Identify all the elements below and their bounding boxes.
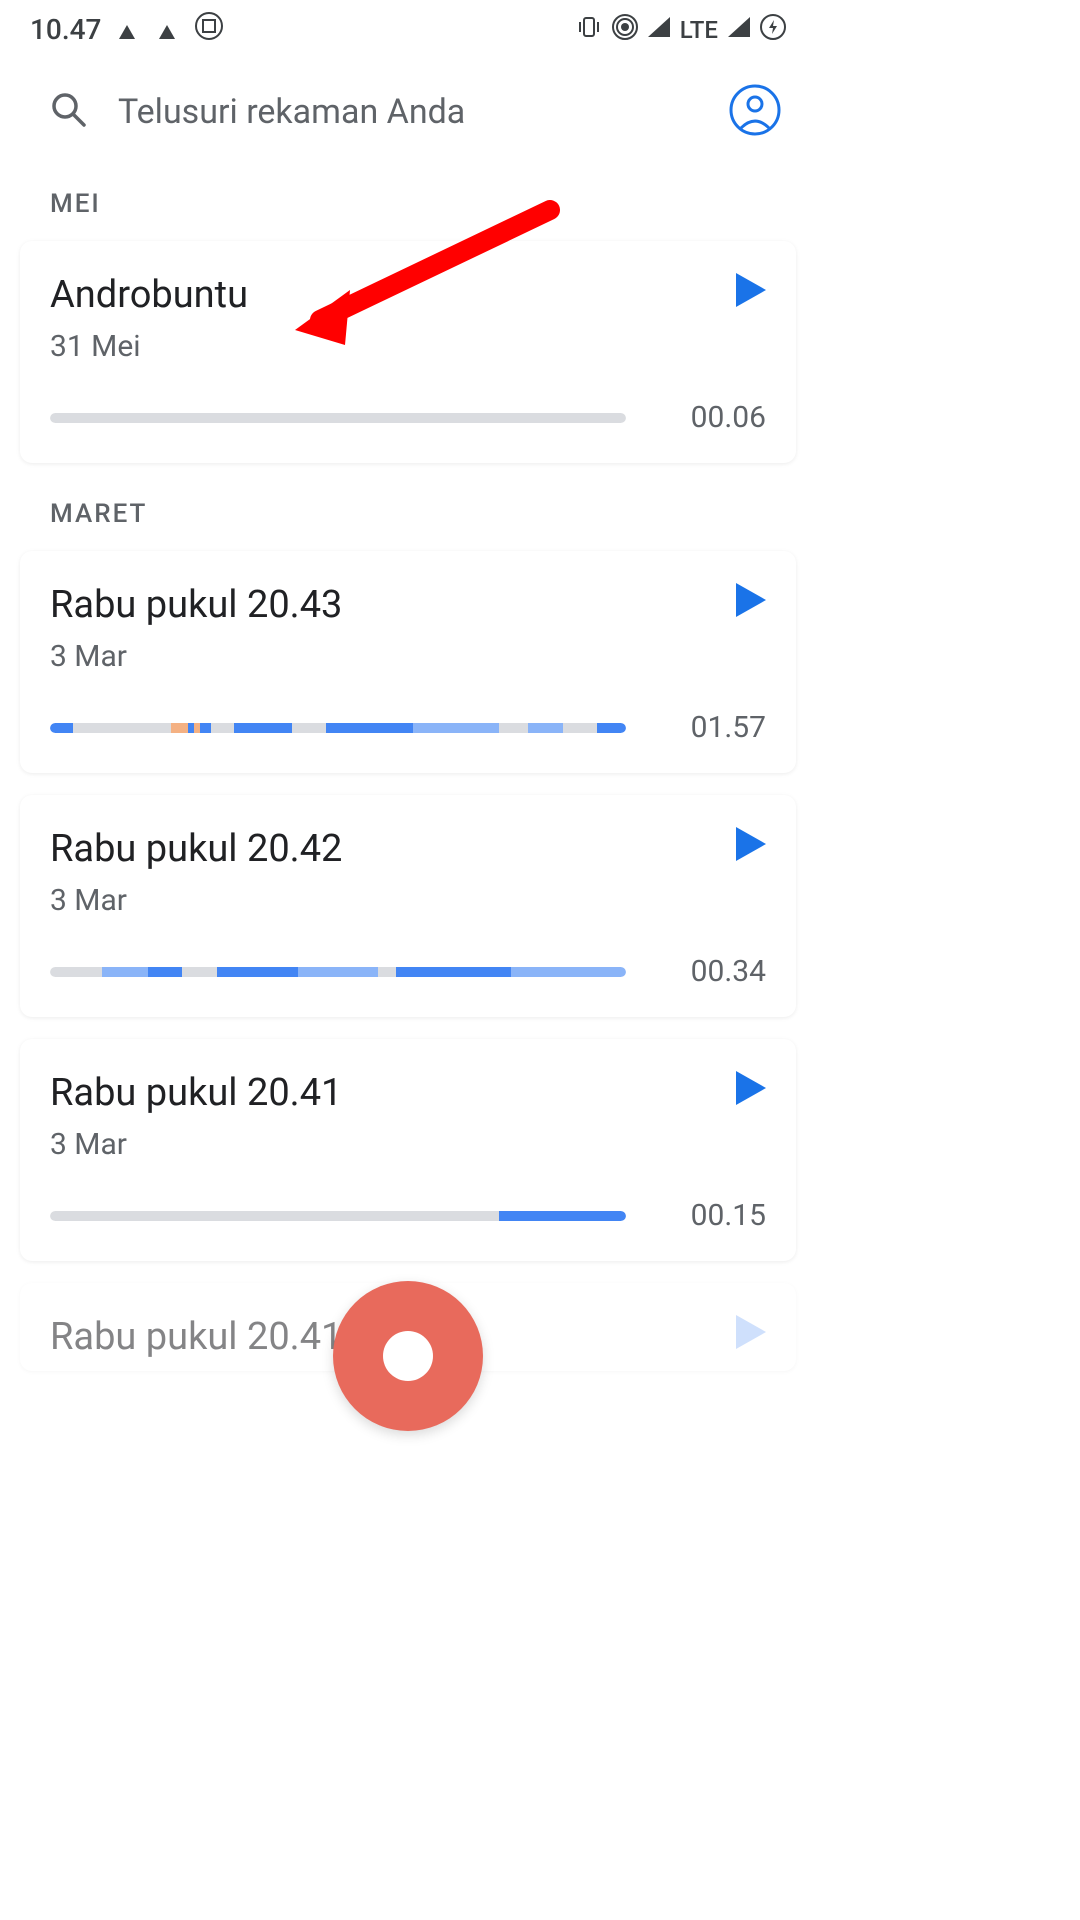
signal-icon [728,17,750,43]
recording-date: 3 Mar [50,883,342,918]
recording-duration: 01.57 [676,710,766,745]
recording-title: Rabu pukul 20.43 [50,583,342,627]
recording-duration: 00.34 [676,954,766,989]
recording-date: 3 Mar [50,639,342,674]
mountain-icon [155,13,181,46]
vibrate-icon [576,16,602,44]
recording-title: Rabu pukul 20.42 [50,827,342,871]
status-time: 10.47 [30,13,101,46]
search-bar[interactable]: Telusuri rekaman Anda [0,59,816,175]
play-icon[interactable] [736,583,766,617]
waveform [50,413,626,423]
screenshot-icon [195,12,223,47]
record-button[interactable] [333,1281,483,1431]
play-icon[interactable] [736,273,766,307]
mountain-icon [115,13,141,46]
recording-duration: 00.15 [676,1198,766,1233]
recording-card[interactable]: Rabu pukul 20.41 3 Mar 00.15 [20,1039,796,1261]
search-icon[interactable] [50,91,88,133]
recording-title: Androbuntu [50,273,248,317]
record-inner-icon [383,1331,433,1381]
signal-icon [648,17,670,43]
waveform [50,723,626,733]
section-header-mei: MEI [0,175,816,233]
recording-duration: 00.06 [676,400,766,435]
section-header-maret: MARET [0,485,816,543]
play-icon[interactable] [736,1071,766,1105]
waveform [50,1211,626,1221]
account-icon[interactable] [729,84,781,140]
network-label: LTE [680,16,718,44]
search-input[interactable]: Telusuri rekaman Anda [118,92,699,132]
recording-card[interactable]: Androbuntu 31 Mei 00.06 [20,241,796,463]
status-right: LTE [576,14,786,46]
recording-card[interactable]: Rabu pukul 20.42 3 Mar 00.34 [20,795,796,1017]
status-bar: 10.47 LTE [0,0,816,59]
play-icon[interactable] [736,1315,766,1349]
play-icon[interactable] [736,827,766,861]
recording-card[interactable]: Rabu pukul 20.43 3 Mar 01.57 [20,551,796,773]
recording-date: 31 Mei [50,329,248,364]
recording-title: Rabu pukul 20.41 [50,1071,342,1115]
battery-saver-icon [760,14,786,46]
waveform [50,967,626,977]
recording-date: 3 Mar [50,1127,342,1162]
recording-title: Rabu pukul 20.41 [50,1315,342,1359]
hotspot-icon [612,14,638,46]
status-left: 10.47 [30,12,223,47]
